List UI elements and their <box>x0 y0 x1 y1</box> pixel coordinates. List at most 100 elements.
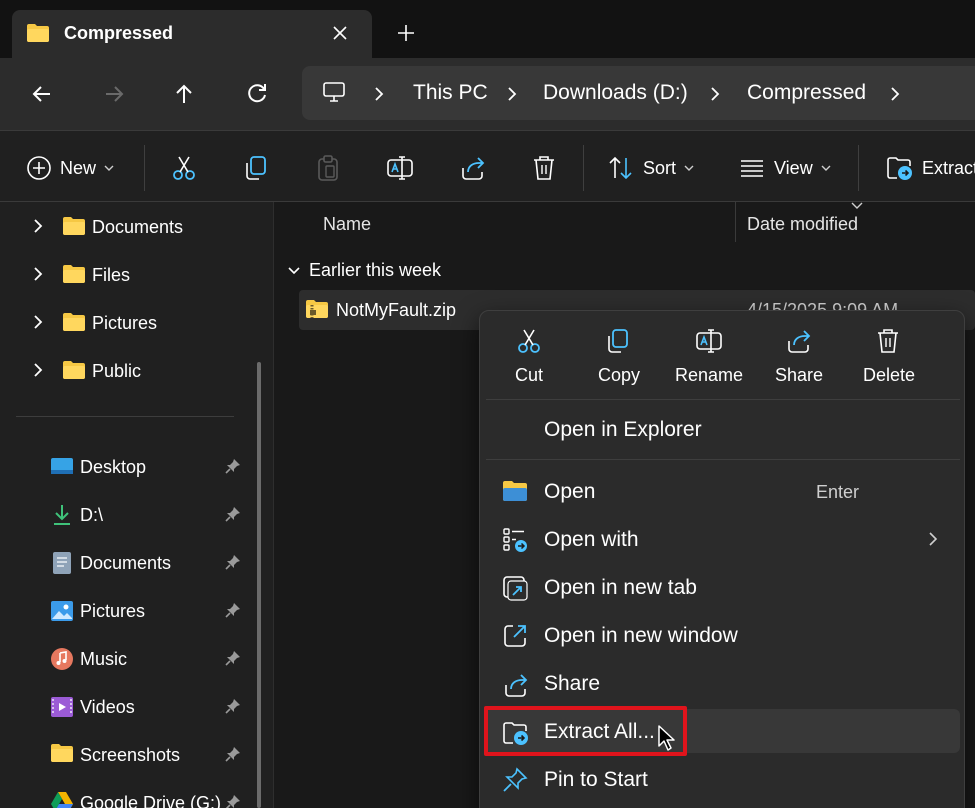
open-with-icon <box>502 527 528 553</box>
quick-access-pictures[interactable]: Pictures <box>0 590 256 630</box>
chevron-right-icon[interactable] <box>505 85 519 103</box>
pin-icon[interactable] <box>224 745 242 763</box>
chevron-right-icon[interactable] <box>372 85 386 103</box>
quick-access-label: Google Drive (G:) <box>80 793 222 808</box>
folder-open-icon <box>502 479 528 503</box>
documents-icon <box>50 551 74 575</box>
chevron-right-icon[interactable] <box>888 85 902 103</box>
up-arrow-icon[interactable] <box>170 80 198 108</box>
quick-access-music[interactable]: Music <box>0 638 256 678</box>
rename-label: Rename <box>674 365 744 385</box>
view-button[interactable]: View <box>738 153 831 183</box>
music-icon <box>50 647 74 671</box>
menu-item-label: Open in new window <box>544 624 738 647</box>
breadcrumb-compressed[interactable]: Compressed <box>747 81 866 105</box>
sidebar-scrollbar[interactable] <box>257 362 261 808</box>
quick-access-label: Music <box>80 649 128 669</box>
pin-icon[interactable] <box>224 697 242 715</box>
new-tab-icon <box>502 575 528 601</box>
copy-action[interactable]: Copy <box>574 327 664 391</box>
breadcrumb-this-pc[interactable]: This PC <box>413 81 488 105</box>
group-header[interactable]: Earlier this week <box>287 260 441 281</box>
delete-button[interactable] <box>531 153 557 183</box>
chevron-right-icon <box>928 531 938 547</box>
menu-item-pin-to-start[interactable]: Pin to Start <box>486 757 960 801</box>
rename-button[interactable] <box>386 153 414 183</box>
this-pc-icon[interactable] <box>322 80 346 104</box>
divider <box>858 145 859 191</box>
tree-item-files[interactable]: Files <box>0 254 270 294</box>
tree-item-pictures[interactable]: Pictures <box>0 302 270 342</box>
address-bar[interactable]: This PC Downloads (D:) Compressed <box>302 66 975 120</box>
extract-label: Extract <box>922 157 975 178</box>
paste-button[interactable] <box>315 153 341 183</box>
refresh-icon[interactable] <box>243 80 271 108</box>
scissors-icon <box>515 327 543 355</box>
chevron-right-icon[interactable] <box>32 266 44 282</box>
new-button[interactable]: New <box>26 153 114 183</box>
delete-action[interactable]: Delete <box>844 327 934 391</box>
pin-icon[interactable] <box>224 601 242 619</box>
quick-access-screenshots[interactable]: Screenshots <box>0 734 256 774</box>
folder-icon <box>62 264 86 284</box>
pin-icon[interactable] <box>224 553 242 571</box>
new-tab-button[interactable] <box>394 21 418 45</box>
cut-button[interactable] <box>170 153 198 183</box>
chevron-down-icon <box>684 164 694 172</box>
menu-item-open-with[interactable]: Open with <box>486 517 960 561</box>
menu-item-open-in-new-tab[interactable]: Open in new tab <box>486 565 960 609</box>
menu-item-share[interactable]: Share <box>486 661 960 705</box>
quick-access-documents[interactable]: Documents <box>0 542 256 582</box>
rename-action[interactable]: Rename <box>664 327 754 391</box>
divider <box>144 145 145 191</box>
close-icon[interactable] <box>330 23 350 43</box>
cut-action[interactable]: Cut <box>484 327 574 391</box>
share-button[interactable] <box>459 153 487 183</box>
quick-access-d-drive[interactable]: D:\ <box>0 494 256 534</box>
menu-item-label: Pin to Start <box>544 768 648 791</box>
quick-access-desktop[interactable]: Desktop <box>0 446 256 486</box>
pin-icon[interactable] <box>224 649 242 667</box>
clipboard-icon <box>315 154 341 182</box>
chevron-right-icon[interactable] <box>32 314 44 330</box>
chevron-right-icon[interactable] <box>32 218 44 234</box>
tree-label: Documents <box>92 217 184 237</box>
menu-item-open-in-explorer[interactable]: Open in Explorer <box>486 407 960 451</box>
column-divider[interactable] <box>735 202 736 242</box>
copy-label: Copy <box>597 365 641 385</box>
pin-icon[interactable] <box>224 505 242 523</box>
forward-arrow-icon[interactable] <box>100 80 128 108</box>
share-label: Share <box>774 365 824 385</box>
tree-item-public[interactable]: Public <box>0 350 270 390</box>
tab-compressed[interactable]: Compressed <box>12 10 372 58</box>
copy-button[interactable] <box>243 153 269 183</box>
pin-icon[interactable] <box>224 457 242 475</box>
scissors-icon <box>170 154 198 182</box>
extract-button[interactable]: Extract <box>886 153 975 183</box>
quick-access-google-drive[interactable]: Google Drive (G:) <box>0 782 256 808</box>
zip-folder-icon <box>305 299 329 319</box>
back-arrow-icon[interactable] <box>28 80 56 108</box>
trash-icon <box>875 327 903 355</box>
share-action[interactable]: Share <box>754 327 844 391</box>
menu-item-open[interactable]: Open Enter <box>486 469 960 513</box>
share-icon <box>502 671 530 699</box>
sort-button[interactable]: Sort <box>607 153 694 183</box>
quick-access-label: Documents <box>80 553 172 573</box>
quick-access-label: Videos <box>80 697 135 717</box>
folder-icon <box>62 216 86 236</box>
copy-icon <box>605 327 633 355</box>
chevron-right-icon[interactable] <box>708 85 722 103</box>
column-header-date-modified[interactable]: Date modified <box>747 214 858 235</box>
menu-item-label: Share <box>544 672 601 695</box>
chevron-down-icon[interactable] <box>287 266 301 276</box>
menu-item-open-in-new-window[interactable]: Open in new window <box>486 613 960 657</box>
pin-icon[interactable] <box>224 793 242 808</box>
tree-item-documents[interactable]: Documents <box>0 206 270 246</box>
chevron-right-icon[interactable] <box>32 362 44 378</box>
sort-label: Sort <box>643 157 677 178</box>
quick-access-videos[interactable]: Videos <box>0 686 256 726</box>
chevron-down-icon <box>104 164 114 172</box>
breadcrumb-downloads[interactable]: Downloads (D:) <box>543 81 688 105</box>
column-header-name[interactable]: Name <box>323 214 371 235</box>
